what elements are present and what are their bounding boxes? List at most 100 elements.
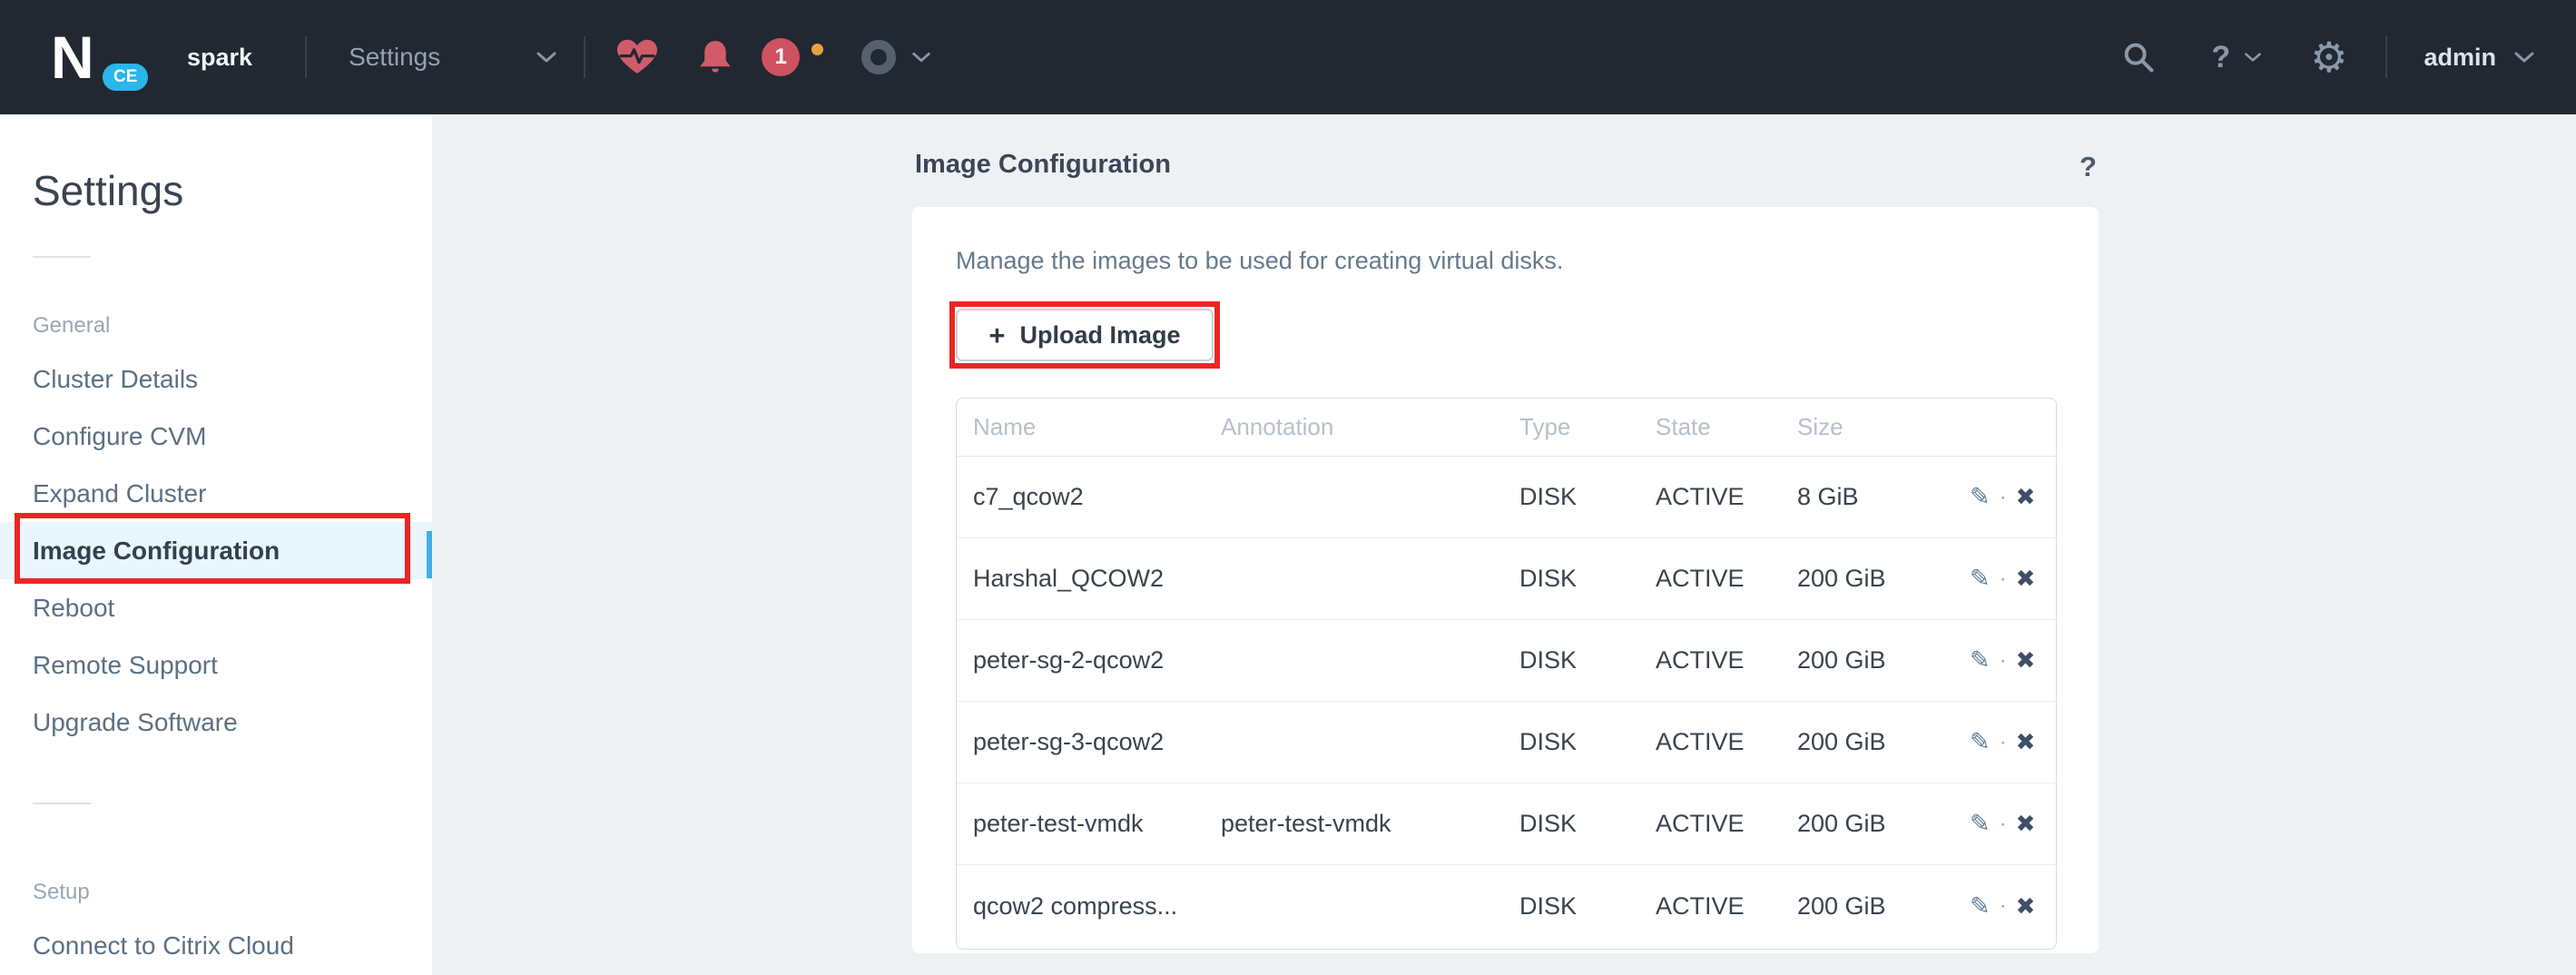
row-actions: ✎ · ✖ bbox=[1970, 728, 2056, 756]
cell-state: ACTIVE bbox=[1656, 565, 1797, 593]
sidebar-section: Setup Connect to Citrix Cloud bbox=[0, 803, 432, 974]
edit-pencil-icon[interactable]: ✎ bbox=[1970, 646, 1991, 675]
row-actions: ✎ · ✖ bbox=[1970, 483, 2056, 511]
edit-pencil-icon[interactable]: ✎ bbox=[1970, 892, 1991, 921]
table-header-row: NameAnnotationTypeStateSize bbox=[957, 399, 2056, 457]
chevron-down-icon[interactable] bbox=[910, 49, 932, 65]
cell-size: 200 GiB bbox=[1797, 810, 1970, 838]
table-row[interactable]: peter-sg-3-qcow2 DISK ACTIVE 200 GiB ✎ ·… bbox=[957, 702, 2056, 783]
chevron-down-icon[interactable] bbox=[2512, 49, 2536, 65]
images-table: NameAnnotationTypeStateSize c7_qcow2 DIS… bbox=[956, 398, 2057, 950]
dot-separator-icon: · bbox=[2000, 730, 2007, 755]
cell-state: ACTIVE bbox=[1656, 483, 1797, 511]
dot-separator-icon: · bbox=[2000, 812, 2007, 837]
topbar-divider bbox=[305, 36, 307, 78]
plus-icon: + bbox=[988, 321, 1005, 350]
section-divider bbox=[33, 803, 91, 804]
dot-separator-icon: · bbox=[2000, 893, 2007, 919]
sidebar-sections: General Cluster DetailsConfigure CVMExpa… bbox=[0, 256, 432, 974]
delete-x-icon[interactable]: ✖ bbox=[2016, 810, 2036, 838]
sidebar-item-remote-support[interactable]: Remote Support bbox=[0, 636, 432, 694]
cell-type: DISK bbox=[1519, 565, 1656, 593]
section-items: Cluster DetailsConfigure CVMExpand Clust… bbox=[0, 350, 432, 751]
help-icon[interactable]: ? bbox=[2211, 40, 2230, 75]
cell-type: DISK bbox=[1519, 646, 1656, 675]
progress-ring-icon[interactable] bbox=[861, 40, 896, 74]
edit-pencil-icon[interactable]: ✎ bbox=[1970, 483, 1991, 511]
cell-type: DISK bbox=[1519, 728, 1656, 756]
event-count-badge[interactable]: 1 bbox=[762, 38, 800, 76]
sidebar-item-image-configuration[interactable]: Image Configuration bbox=[0, 522, 432, 579]
cell-size: 200 GiB bbox=[1797, 728, 1970, 756]
dot-separator-icon: · bbox=[2000, 485, 2007, 510]
cell-name: Harshal_QCOW2 bbox=[957, 565, 1221, 593]
cell-size: 200 GiB bbox=[1797, 892, 1970, 921]
cell-name: peter-sg-3-qcow2 bbox=[957, 728, 1221, 756]
dot-separator-icon: · bbox=[2000, 648, 2007, 674]
table-row[interactable]: peter-test-vmdk peter-test-vmdk DISK ACT… bbox=[957, 783, 2056, 865]
nav-dropdown-label[interactable]: Settings bbox=[349, 43, 440, 72]
main-content: Image Configuration ? Manage the images … bbox=[432, 114, 2576, 975]
image-configuration-card: Manage the images to be used for creatin… bbox=[912, 207, 2099, 953]
upload-image-button[interactable]: + Upload Image bbox=[956, 309, 1214, 361]
table-body: c7_qcow2 DISK ACTIVE 8 GiB ✎ · ✖ Harshal… bbox=[957, 457, 2056, 947]
sidebar-item-cluster-details[interactable]: Cluster Details bbox=[0, 350, 432, 408]
sidebar-item-upgrade-software[interactable]: Upgrade Software bbox=[0, 694, 432, 751]
gear-icon[interactable]: ⚙ bbox=[2310, 36, 2347, 78]
edit-pencil-icon[interactable]: ✎ bbox=[1970, 728, 1991, 756]
topbar: N CE spark Settings 1 ? ⚙ admin bbox=[0, 0, 2576, 114]
search-icon[interactable] bbox=[2120, 39, 2157, 75]
cell-state: ACTIVE bbox=[1656, 646, 1797, 675]
card-description: Manage the images to be used for creatin… bbox=[956, 247, 1563, 275]
cell-type: DISK bbox=[1519, 483, 1656, 511]
table-row[interactable]: c7_qcow2 DISK ACTIVE 8 GiB ✎ · ✖ bbox=[957, 457, 2056, 538]
cell-size: 200 GiB bbox=[1797, 646, 1970, 675]
table-row[interactable]: Harshal_QCOW2 DISK ACTIVE 200 GiB ✎ · ✖ bbox=[957, 538, 2056, 620]
table-row[interactable]: qcow2 compress... DISK ACTIVE 200 GiB ✎ … bbox=[957, 865, 2056, 947]
settings-sidebar: Settings General Cluster DetailsConfigur… bbox=[0, 114, 432, 975]
chevron-down-icon[interactable] bbox=[2243, 50, 2263, 64]
cell-state: ACTIVE bbox=[1656, 892, 1797, 921]
user-menu[interactable]: admin bbox=[2424, 44, 2496, 72]
cell-state: ACTIVE bbox=[1656, 810, 1797, 838]
cell-annotation: peter-test-vmdk bbox=[1221, 810, 1519, 838]
column-header-state: State bbox=[1656, 413, 1797, 441]
sidebar-title: Settings bbox=[33, 167, 432, 214]
edit-pencil-icon[interactable]: ✎ bbox=[1970, 810, 1991, 838]
delete-x-icon[interactable]: ✖ bbox=[2016, 565, 2036, 593]
sidebar-item-connect-to-citrix-cloud[interactable]: Connect to Citrix Cloud bbox=[0, 917, 432, 974]
cell-size: 200 GiB bbox=[1797, 565, 1970, 593]
column-header-size: Size bbox=[1797, 413, 1970, 441]
delete-x-icon[interactable]: ✖ bbox=[2016, 728, 2036, 756]
health-icon[interactable] bbox=[615, 37, 660, 77]
section-label: General bbox=[33, 312, 432, 340]
column-header-annotation: Annotation bbox=[1221, 413, 1519, 441]
delete-x-icon[interactable]: ✖ bbox=[2016, 483, 2036, 511]
cell-type: DISK bbox=[1519, 892, 1656, 921]
upload-image-label: Upload Image bbox=[1020, 321, 1181, 350]
cell-type: DISK bbox=[1519, 810, 1656, 838]
column-header-name: Name bbox=[957, 413, 1221, 441]
sidebar-item-configure-cvm[interactable]: Configure CVM bbox=[0, 408, 432, 465]
topbar-divider bbox=[584, 36, 585, 78]
alerts-bell-icon[interactable] bbox=[694, 37, 736, 77]
row-actions: ✎ · ✖ bbox=[1970, 646, 2056, 675]
cell-size: 8 GiB bbox=[1797, 483, 1970, 511]
cluster-name[interactable]: spark bbox=[187, 44, 252, 72]
sidebar-item-expand-cluster[interactable]: Expand Cluster bbox=[0, 465, 432, 522]
page-help-icon[interactable]: ? bbox=[2079, 151, 2097, 183]
edit-pencil-icon[interactable]: ✎ bbox=[1970, 565, 1991, 593]
alert-dot-icon bbox=[811, 44, 823, 55]
cell-name: qcow2 compress... bbox=[957, 892, 1221, 921]
cell-name: peter-sg-2-qcow2 bbox=[957, 646, 1221, 675]
table-row[interactable]: peter-sg-2-qcow2 DISK ACTIVE 200 GiB ✎ ·… bbox=[957, 620, 2056, 702]
dot-separator-icon: · bbox=[2000, 566, 2007, 592]
chevron-down-icon[interactable] bbox=[535, 49, 558, 65]
delete-x-icon[interactable]: ✖ bbox=[2016, 892, 2036, 921]
section-label: Setup bbox=[33, 879, 432, 906]
delete-x-icon[interactable]: ✖ bbox=[2016, 646, 2036, 675]
row-actions: ✎ · ✖ bbox=[1970, 810, 2056, 838]
sidebar-item-reboot[interactable]: Reboot bbox=[0, 579, 432, 636]
nutanix-logo[interactable]: N CE bbox=[51, 21, 151, 94]
page-title: Image Configuration bbox=[915, 150, 1171, 180]
